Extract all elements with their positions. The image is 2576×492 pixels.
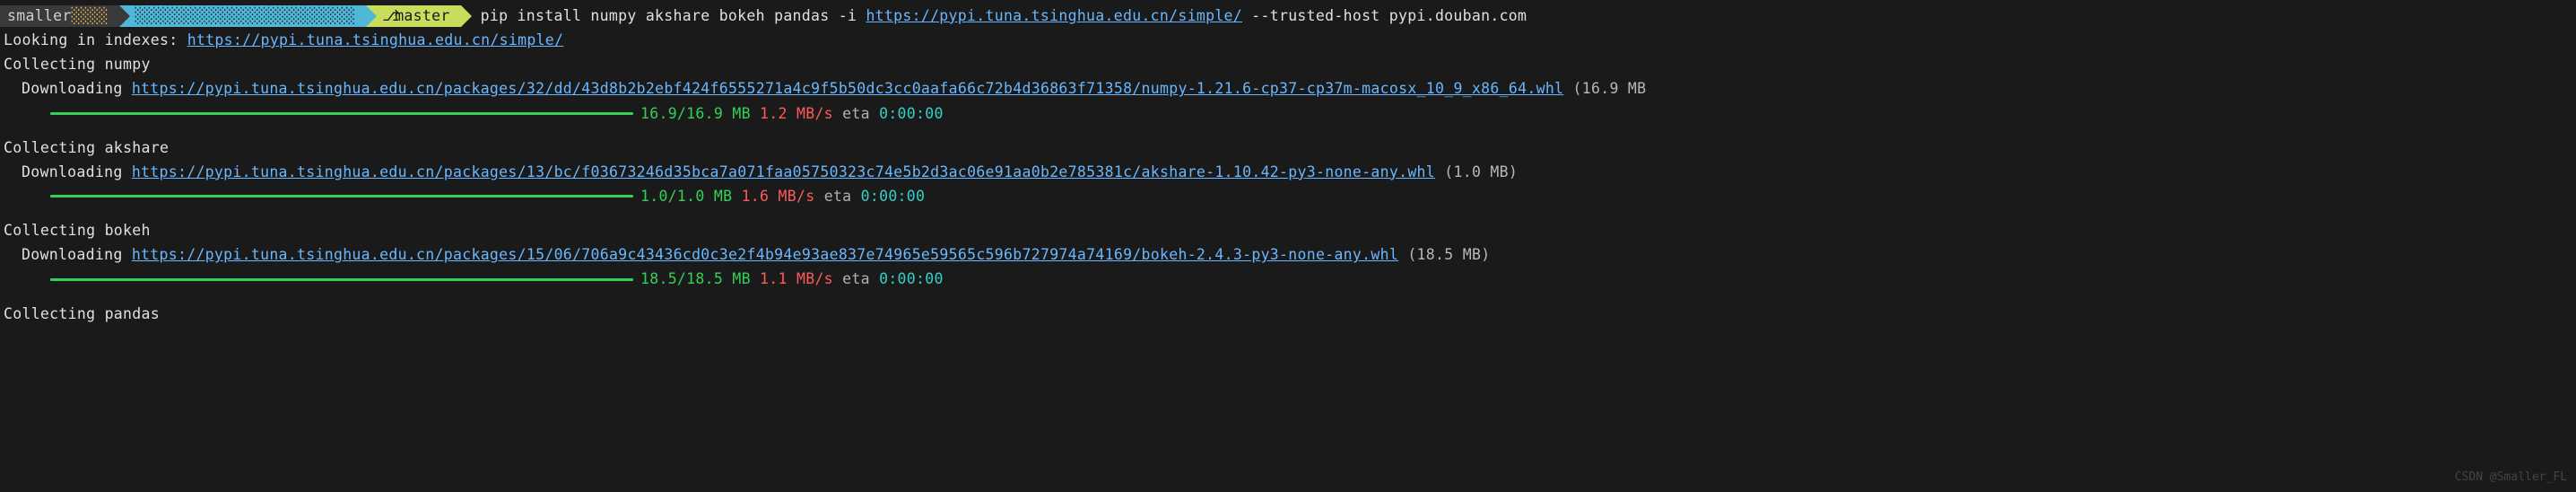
progress-bar-icon <box>50 278 633 281</box>
prompt-user-segment: smaller░░░░ <box>0 5 119 27</box>
segment-arrow-icon <box>461 5 472 27</box>
progress-done: 1.0/1.0 MB <box>640 184 732 208</box>
prompt-branch-segment: ⎇ master <box>366 5 460 27</box>
output-line-collect-bokeh: Collecting bokeh <box>0 218 2576 242</box>
progress-bar-icon <box>50 112 633 115</box>
command-input[interactable]: pip install numpy akshare bokeh pandas -… <box>461 4 1527 28</box>
progress-done: 16.9/16.9 MB <box>640 101 751 126</box>
progress-eta: 0:00:00 <box>879 267 944 291</box>
numpy-url-link[interactable]: https://pypi.tuna.tsinghua.edu.cn/packag… <box>132 80 1563 97</box>
progress-speed: 1.1 MB/s <box>760 267 833 291</box>
progress-eta-label: eta <box>842 267 870 291</box>
segment-arrow-icon <box>119 5 130 27</box>
numpy-size: (16.9 MB <box>1563 80 1646 97</box>
command-text: pip install numpy akshare bokeh pandas -… <box>481 7 866 24</box>
prompt-user-obscured: ░░░░ <box>72 4 109 28</box>
output-line-collect-numpy: Collecting numpy <box>0 52 2576 76</box>
bokeh-size: (18.5 MB) <box>1398 246 1490 263</box>
prompt-user: smaller <box>7 4 72 28</box>
akshare-url-link[interactable]: https://pypi.tuna.tsinghua.edu.cn/packag… <box>132 163 1435 180</box>
progress-done: 18.5/18.5 MB <box>640 267 751 291</box>
output-line-download-bokeh: Downloading https://pypi.tuna.tsinghua.e… <box>0 242 2576 267</box>
lookup-url-link[interactable]: https://pypi.tuna.tsinghua.edu.cn/simple… <box>187 31 564 48</box>
progress-speed: 1.6 MB/s <box>742 184 815 208</box>
download-prefix: Downloading <box>22 80 132 97</box>
prompt-path-segment: ░░░░░░░░░░░░░░░░░░░░░░░░ <box>119 5 367 27</box>
progress-row-numpy: 16.9/16.9 MB 1.2 MB/s eta 0:00:00 <box>0 101 2576 126</box>
output-line-collect-pandas: Collecting pandas <box>0 302 2576 326</box>
lookup-prefix: Looking in indexes: <box>4 31 187 48</box>
git-branch-icon: ⎇ <box>382 4 391 28</box>
segment-arrow-icon <box>366 5 377 27</box>
progress-bar-icon <box>50 195 633 198</box>
output-line-lookup: Looking in indexes: https://pypi.tuna.ts… <box>0 28 2576 52</box>
download-prefix: Downloading <box>22 163 132 180</box>
output-line-download-akshare: Downloading https://pypi.tuna.tsinghua.e… <box>0 160 2576 184</box>
progress-row-akshare: 1.0/1.0 MB 1.6 MB/s eta 0:00:00 <box>0 184 2576 208</box>
command-tail: --trusted-host pypi.douban.com <box>1242 7 1527 24</box>
progress-eta-label: eta <box>824 184 852 208</box>
download-prefix: Downloading <box>22 246 132 263</box>
watermark: CSDN @Smaller_FL <box>2455 468 2567 487</box>
prompt-branch: master <box>395 4 449 28</box>
bokeh-url-link[interactable]: https://pypi.tuna.tsinghua.edu.cn/packag… <box>132 246 1398 263</box>
akshare-size: (1.0 MB) <box>1435 163 1518 180</box>
progress-eta: 0:00:00 <box>879 101 944 126</box>
index-url-link[interactable]: https://pypi.tuna.tsinghua.edu.cn/simple… <box>866 7 1242 24</box>
prompt-path: ░░░░░░░░░░░░░░░░░░░░░░░░ <box>135 4 356 28</box>
shell-prompt: smaller░░░░ ░░░░░░░░░░░░░░░░░░░░░░░░ ⎇ m… <box>0 4 2576 28</box>
progress-eta-label: eta <box>842 101 870 126</box>
progress-speed: 1.2 MB/s <box>760 101 833 126</box>
progress-eta: 0:00:00 <box>861 184 926 208</box>
progress-row-bokeh: 18.5/18.5 MB 1.1 MB/s eta 0:00:00 <box>0 268 2576 292</box>
output-line-download-numpy: Downloading https://pypi.tuna.tsinghua.e… <box>0 76 2576 101</box>
output-line-collect-akshare: Collecting akshare <box>0 136 2576 160</box>
